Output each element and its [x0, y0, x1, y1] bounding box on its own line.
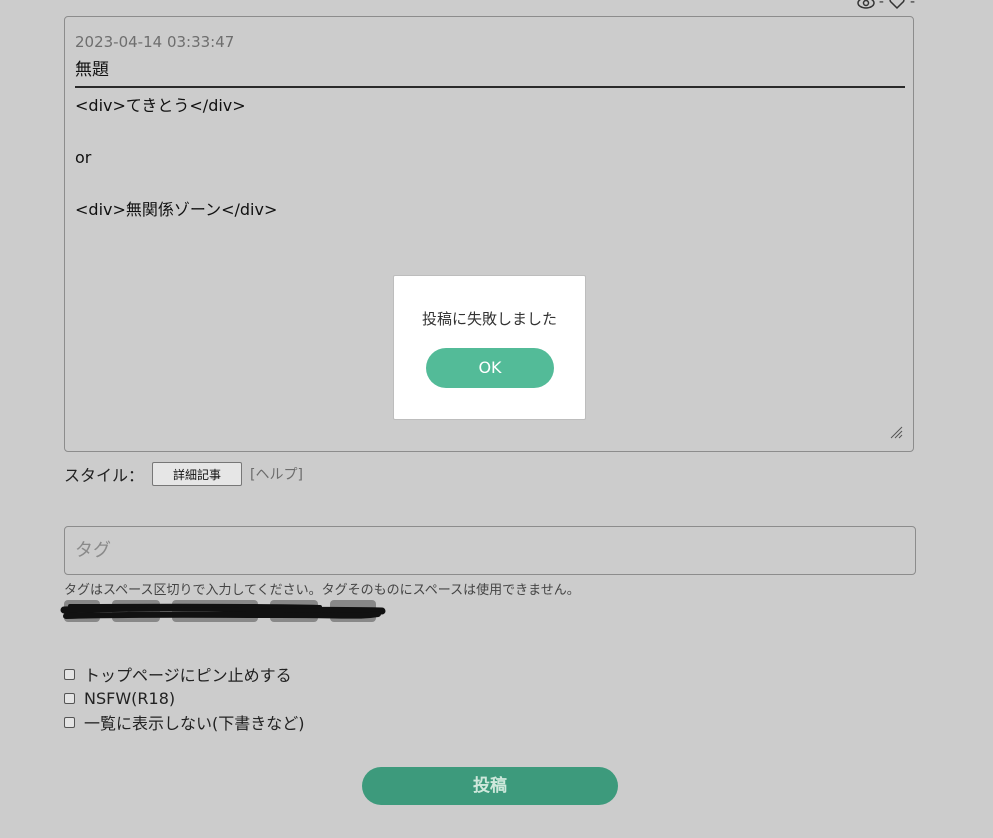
tag-input[interactable]: タグ	[64, 526, 916, 575]
redaction-scribble	[60, 603, 386, 619]
post-date: 2023-04-14 03:33:47	[75, 33, 235, 51]
post-stats: - -	[857, 0, 915, 10]
error-dialog: 投稿に失敗しました OK	[393, 275, 586, 420]
checkbox[interactable]	[64, 692, 75, 704]
heart-icon[interactable]	[888, 0, 906, 10]
style-select-button[interactable]: 詳細記事	[152, 462, 243, 486]
resize-handle-icon[interactable]	[889, 425, 903, 439]
post-options: トップページにピン止めする NSFW(R18) 一覧に表示しない(下書きなど)	[64, 662, 305, 734]
checkbox[interactable]	[64, 716, 75, 728]
tag-hint: タグはスペース区切りで入力してください。タグそのものにスペースは使用できません。	[64, 583, 580, 598]
style-row: スタイル： 詳細記事 [ヘルプ]	[64, 462, 303, 486]
post-editor-page: - - 2023-04-14 03:33:47 無題 <div>てきとう</di…	[0, 0, 993, 838]
option-label: 一覧に表示しない(下書きなど)	[84, 714, 305, 733]
checkbox[interactable]	[64, 668, 75, 680]
help-link[interactable]: [ヘルプ]	[250, 464, 303, 484]
post-title-input[interactable]: 無題	[75, 58, 905, 88]
option-label: NSFW(R18)	[84, 688, 176, 708]
style-label: スタイル：	[64, 466, 145, 485]
dialog-message: 投稿に失敗しました	[421, 310, 557, 328]
eye-icon	[857, 0, 875, 10]
post-body-textarea[interactable]: <div>てきとう</div> or <div>無関係ゾーン</div>	[75, 93, 895, 223]
submit-button[interactable]: 投稿	[362, 767, 618, 805]
like-count: -	[909, 0, 915, 10]
option-pin-top[interactable]: トップページにピン止めする	[64, 662, 305, 686]
dialog-ok-button[interactable]: OK	[426, 348, 554, 388]
option-nsfw[interactable]: NSFW(R18)	[64, 686, 305, 710]
option-hide-from-list[interactable]: 一覧に表示しない(下書きなど)	[64, 710, 305, 734]
option-label: トップページにピン止めする	[84, 666, 292, 685]
view-count: -	[878, 0, 884, 10]
